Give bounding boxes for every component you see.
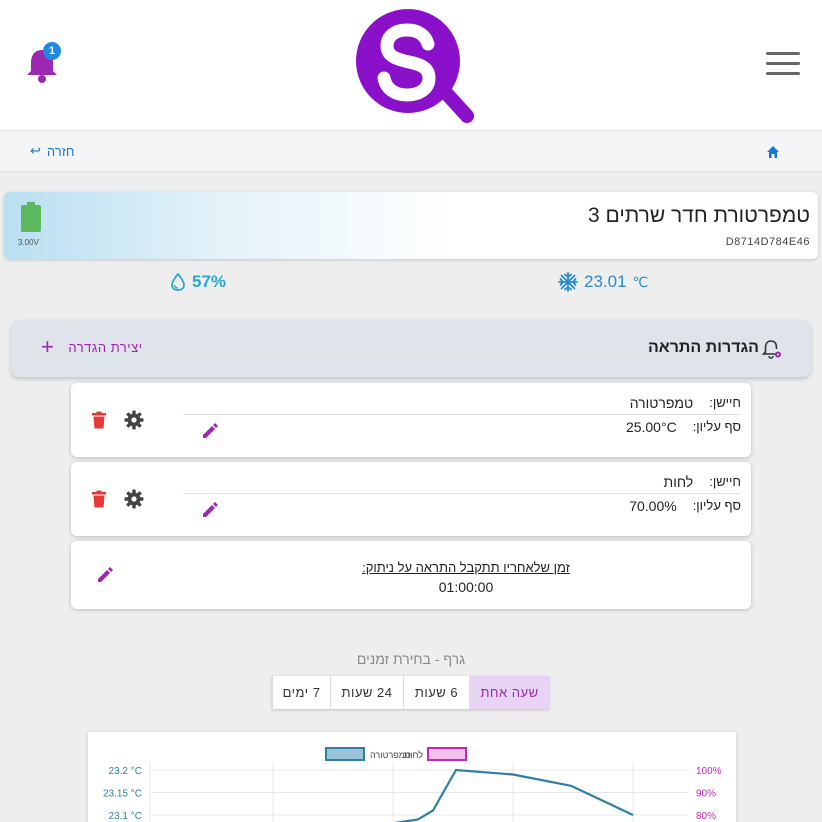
- menu-button[interactable]: [766, 52, 800, 78]
- app-header: 1: [0, 0, 822, 130]
- create-alert-button[interactable]: יצירת הגדרה +: [41, 334, 143, 359]
- settings-gear-icon[interactable]: [124, 410, 144, 430]
- edit-pencil-icon[interactable]: [201, 501, 219, 519]
- sensor-label: חיישן:: [709, 474, 741, 489]
- settings-gear-icon[interactable]: [124, 489, 144, 509]
- range-button[interactable]: 24 שעות: [330, 676, 403, 709]
- graph-title: גרף - בחירת זמנים: [356, 651, 466, 667]
- y-tick-left: 23.1 °C: [109, 811, 142, 822]
- sensor-label: חיישן:: [709, 395, 741, 410]
- device-title: טמפרטורת חדר שרתים 3: [587, 204, 810, 227]
- line-chart: 23.2 °C23.15 °C23.1 °C100%90%80%לחותטמפר…: [103, 747, 722, 822]
- device-card: 3.00V טמפרטורת חדר שרתים 3 D8714D784E46: [4, 192, 818, 259]
- snowflake-icon: [558, 272, 578, 292]
- range-button[interactable]: 7 ימים: [272, 676, 330, 709]
- limit-value: 70.00%: [629, 498, 677, 514]
- breadcrumb: חזרה ↩: [0, 130, 822, 172]
- alerts-header: הגדרות התראה יצירת הגדרה +: [11, 320, 811, 377]
- plus-icon: +: [41, 334, 55, 359]
- delete-icon[interactable]: [91, 411, 107, 429]
- device-id: D8714D784E46: [725, 236, 810, 248]
- legend-label: טמפרטורה: [370, 750, 411, 760]
- limit-label: סף עליון:: [692, 419, 741, 434]
- temperature-series-line: [393, 768, 634, 822]
- limit-value: 25.00°C: [625, 419, 677, 435]
- legend-swatch-temperature: [325, 747, 365, 761]
- y-tick-right: 90%: [696, 789, 716, 800]
- divider: [183, 493, 741, 494]
- rule-limit-row: סף עליון: 70.00%: [183, 498, 741, 514]
- y-tick-right: 100%: [696, 766, 722, 777]
- delete-icon[interactable]: [91, 490, 107, 508]
- timeout-value: 01:00:00: [438, 579, 494, 595]
- water-drop-icon: [171, 273, 185, 291]
- notification-badge: 1: [43, 42, 61, 60]
- disconnect-timeout-card: זמן שלאחריו תתקבל התראה על ניתוק: 01:00:…: [71, 541, 751, 609]
- y-tick-left: 23.15 °C: [103, 789, 142, 800]
- limit-label: סף עליון:: [692, 498, 741, 513]
- rule-sensor-row: חיישן: טמפרטורה: [183, 395, 741, 411]
- humidity-value: 57%: [192, 272, 227, 291]
- menu-bar: [766, 52, 800, 55]
- legend-swatch-humidity: [427, 747, 467, 761]
- time-range-selector: שעה אחת 6 שעות 24 שעות 7 ימים: [272, 676, 549, 709]
- alert-rule-card: חיישן: טמפרטורה סף עליון: 25.00°C: [71, 383, 751, 457]
- edit-pencil-icon[interactable]: [201, 422, 219, 440]
- humidity-reading: 57%: [170, 272, 226, 292]
- menu-bar: [766, 62, 800, 65]
- chart-card: 23.2 °C 23.15 °C 23.1 °C 100% 90% 80% לחות טמפר…: [88, 732, 736, 822]
- sensor-value: טמפרטורה: [629, 395, 694, 411]
- alert-rule-card: חיישן: לחות סף עליון: 70.00%: [71, 462, 751, 536]
- sensor-value: לחות: [663, 474, 694, 490]
- battery-voltage: 3.00V: [18, 238, 39, 247]
- back-arrow-icon: ↩: [30, 143, 41, 158]
- temperature-reading: 23.01 ℃: [558, 272, 648, 292]
- back-link[interactable]: חזרה ↩: [30, 143, 74, 159]
- rule-limit-row: סף עליון: 25.00°C: [183, 419, 741, 435]
- y-tick-right: 80%: [696, 811, 716, 822]
- home-icon[interactable]: [766, 145, 780, 159]
- range-button[interactable]: 6 שעות: [403, 676, 469, 709]
- range-button[interactable]: שעה אחת: [469, 676, 549, 709]
- bell-settings-icon: [761, 340, 781, 359]
- alerts-title: הגדרות התראה: [647, 339, 759, 356]
- create-alert-label: יצירת הגדרה: [68, 339, 143, 355]
- temperature-value: 23.01: [584, 272, 627, 291]
- edit-pencil-icon[interactable]: [96, 566, 114, 584]
- rule-sensor-row: חיישן: לחות: [183, 474, 741, 490]
- divider: [183, 414, 741, 415]
- menu-bar: [766, 72, 800, 75]
- temperature-unit: ℃: [632, 273, 649, 290]
- timeout-label: זמן שלאחריו תתקבל התראה על ניתוק:: [362, 560, 570, 575]
- back-label: חזרה: [46, 143, 75, 159]
- y-tick-left: 23.2 °C: [109, 766, 142, 777]
- battery-icon: [21, 202, 41, 232]
- app-logo: [356, 9, 474, 123]
